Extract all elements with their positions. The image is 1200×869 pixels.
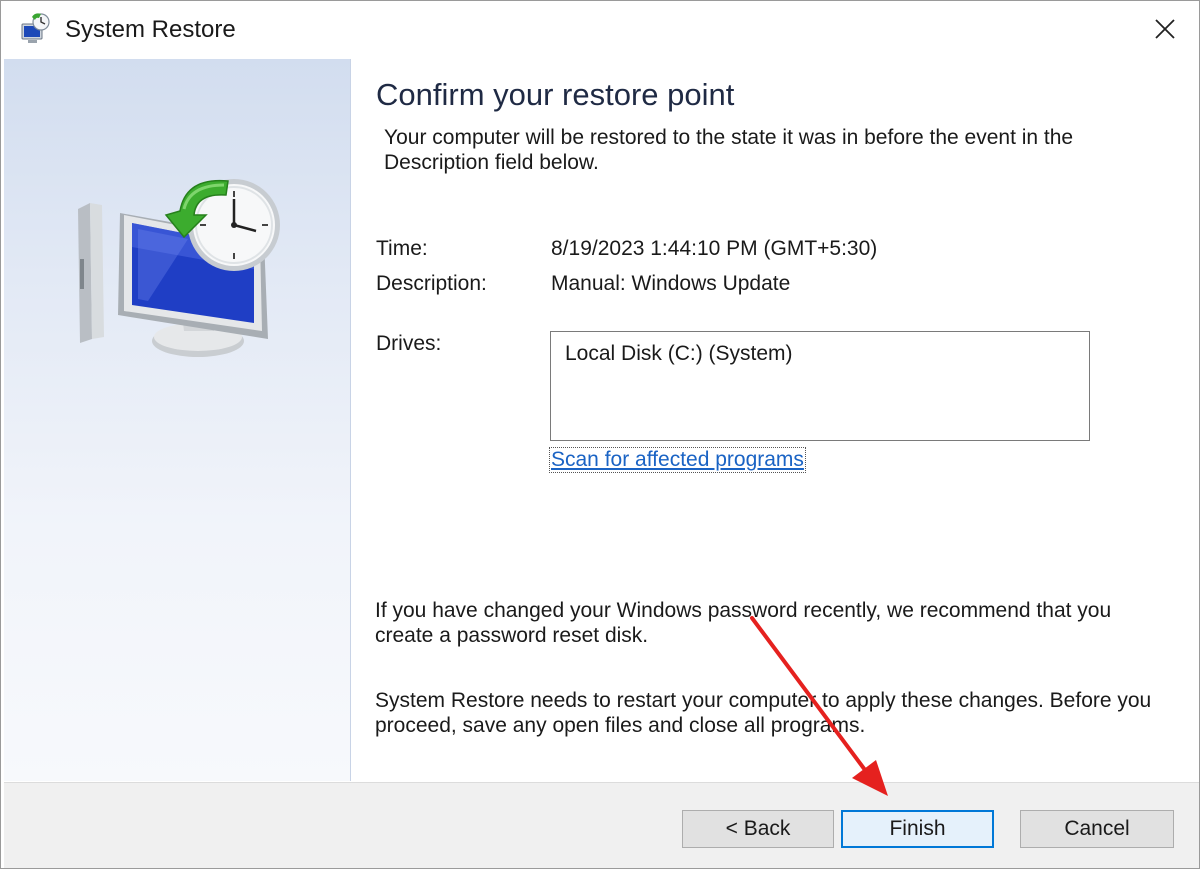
time-value: 8/19/2023 1:44:10 PM (GMT+5:30) [551, 237, 878, 260]
restore-computer-clock-icon [78, 179, 280, 357]
password-note: If you have changed your Windows passwor… [375, 599, 1112, 647]
drives-list[interactable]: Local Disk (C:) (System) [550, 331, 1090, 441]
window-title: System Restore [65, 16, 236, 43]
cancel-button[interactable]: Cancel [1020, 810, 1174, 848]
restart-note: System Restore needs to restart your com… [375, 689, 1152, 737]
scan-affected-programs-link[interactable]: Scan for affected programs [549, 447, 806, 473]
description-label: Description: [376, 272, 487, 295]
finish-button[interactable]: Finish [841, 810, 994, 848]
drives-label: Drives: [376, 332, 442, 355]
list-item[interactable]: Local Disk (C:) (System) [565, 342, 793, 366]
button-bar: < Back Finish Cancel [4, 782, 1199, 868]
close-icon [1155, 19, 1175, 39]
close-button[interactable] [1141, 9, 1189, 49]
description-value: Manual: Windows Update [551, 272, 791, 295]
system-restore-window: System Restore Confirm your restore poin… [0, 0, 1200, 869]
system-restore-icon [21, 13, 50, 43]
main-content: Confirm your restore point Your computer… [351, 59, 1199, 781]
title-bar: System Restore [1, 1, 1199, 59]
time-label: Time: [376, 237, 428, 260]
back-button[interactable]: < Back [682, 810, 834, 848]
intro-text: Your computer will be restored to the st… [384, 126, 1074, 174]
page-title: Confirm your restore point [376, 77, 735, 112]
sidebar-panel [4, 59, 351, 781]
